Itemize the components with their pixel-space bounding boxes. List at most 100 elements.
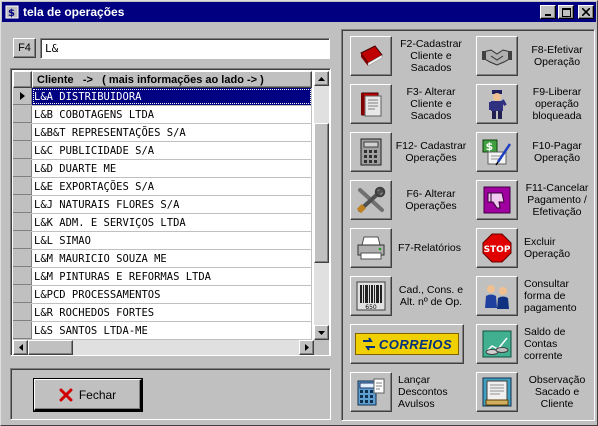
row-indicator[interactable] [13,268,32,285]
f12-cadastrar-operacoes-action[interactable]: F12- Cadastrar Operações [346,128,470,176]
fechar-button[interactable]: Fechar [34,379,142,411]
f8-efetivar-operacao-button[interactable] [476,36,518,76]
client-name-cell[interactable]: L&K ADM. E SERVIÇOS LTDA [32,214,312,231]
f6-alterar-operacoes-button[interactable] [350,180,392,220]
f2-label: F2-Cadastrar Cliente e Sacados [400,38,462,74]
client-name-cell[interactable]: L&B COBOTAGENS LTDA [32,106,312,123]
row-indicator[interactable] [13,250,32,267]
f11-cancelar-pagamento-button[interactable] [476,180,518,220]
row-indicator[interactable] [13,106,32,123]
table-row[interactable]: L&C PUBLICIDADE S/A [13,142,312,160]
cad-cons-alt-op-button[interactable]: 650 [350,276,392,316]
table-row[interactable]: L&L SIMAO [13,232,312,250]
f10-pagar-operacao-action[interactable]: $ F10-Pagar Operação [472,128,596,176]
f12-cadastrar-operacoes-button[interactable] [350,132,392,172]
consultar-forma-pagamento-button[interactable] [476,276,518,316]
client-name-cell[interactable]: L&D DUARTE ME [32,160,312,177]
app-icon[interactable]: $ [4,4,20,20]
table-row[interactable]: L&J NATURAIS FLORES S/A [13,196,312,214]
correios-button[interactable]: CORREIOS [350,324,464,364]
row-indicator[interactable] [13,304,32,321]
client-grid[interactable]: Cliente -> ( mais informações ao lado ->… [10,68,331,356]
client-name-cell[interactable]: L&A DISTRIBUIDORA [32,88,312,105]
f9-liberar-operacao-action[interactable]: F9-Liberar operação bloqueada [472,80,596,128]
f7-relatorios-action[interactable]: F7-Relatórios [346,224,470,272]
row-indicator[interactable] [13,286,32,303]
client-name-cell[interactable]: L&E EXPORTAÇÕES S/A [32,178,312,195]
table-row[interactable]: L&B&T REPRESENTAÇÕES S/A [13,124,312,142]
row-indicator[interactable] [13,160,32,177]
column-header-cliente[interactable]: Cliente -> ( mais informações ao lado ->… [32,71,312,88]
current-row-arrow-icon [19,92,25,100]
row-indicator[interactable] [13,214,32,231]
lancar-label: Lançar Descontos Avulsos [398,374,448,410]
table-row[interactable]: L&E EXPORTAÇÕES S/A [13,178,312,196]
table-row[interactable]: L&M PINTURAS E REFORMAS LTDA [13,268,312,286]
saldo-contas-corrente-action[interactable]: Saldo de Contas corrente [472,320,596,368]
f6-alterar-operacoes-action[interactable]: F6- Alterar Operações [346,176,470,224]
row-indicator[interactable] [13,124,32,141]
f10-label: F10-Pagar Operação [532,140,582,164]
client-name-cell[interactable]: L&R ROCHEDOS FORTES [32,304,312,321]
f3-alterar-cliente-button[interactable] [350,84,392,124]
horizontal-scrollbar[interactable] [13,340,314,355]
row-indicator[interactable] [13,178,32,195]
f3-alterar-cliente-action[interactable]: F3- Alterar Cliente e Sacados [346,80,470,128]
client-name-cell[interactable]: L&J NATURAIS FLORES S/A [32,196,312,213]
search-input[interactable]: L& [40,38,330,59]
observacao-sacado-cliente-action[interactable]: Observação Sacado e Cliente [472,368,596,416]
vertical-scroll-thumb[interactable] [314,123,329,263]
close-window-button[interactable] [578,5,594,19]
client-name-cell[interactable]: L&C PUBLICIDADE S/A [32,142,312,159]
stop-sign-icon: STOP [482,233,512,263]
f9-label: F9-Liberar operação bloqueada [532,86,582,122]
table-row[interactable]: L&A DISTRIBUIDORA [13,88,312,106]
f2-cadastrar-cliente-action[interactable]: F2-Cadastrar Cliente e Sacados [346,32,470,80]
f11-cancelar-pagamento-action[interactable]: F11-Cancelar Pagamento / Efetivação [472,176,596,224]
saldo-contas-corrente-button[interactable] [476,324,518,364]
f4-search-button[interactable]: F4 [13,38,36,58]
scroll-down-button[interactable] [314,325,329,340]
client-name-cell[interactable]: L&B&T REPRESENTAÇÕES S/A [32,124,312,141]
f10-pagar-operacao-button[interactable]: $ [476,132,518,172]
row-indicator[interactable] [13,88,32,105]
f11-label: F11-Cancelar Pagamento / Efetivação [525,182,589,218]
client-name-cell[interactable]: L&M MAURICIO SOUZA ME [32,250,312,267]
table-row[interactable]: L&K ADM. E SERVIÇOS LTDA [13,214,312,232]
f8-efetivar-operacao-action[interactable]: F8-Efetivar Operação [472,32,596,80]
cad-cons-alt-op-action[interactable]: 650 Cad., Cons. e Alt. nº de Op. [346,272,470,320]
row-indicator[interactable] [13,232,32,249]
table-row[interactable]: L&S SANTOS LTDA-ME [13,322,312,340]
f9-liberar-operacao-button[interactable] [476,84,518,124]
consultar-forma-pagamento-action[interactable]: Consultar forma de pagamento [472,272,596,320]
row-indicator[interactable] [13,196,32,213]
table-row[interactable]: L&PCD PROCESSAMENTOS [13,286,312,304]
f2-cadastrar-cliente-button[interactable] [350,36,392,76]
correios-label: CORREIOS [378,336,453,352]
vertical-scrollbar[interactable] [314,71,329,340]
table-row[interactable]: L&M MAURICIO SOUZA ME [13,250,312,268]
minimize-button[interactable] [540,5,556,19]
correios-action[interactable]: CORREIOS [346,320,470,368]
excluir-operacao-button[interactable]: STOP [476,228,518,268]
f7-relatorios-button[interactable] [350,228,392,268]
lancar-descontos-avulsos-button[interactable] [350,372,392,412]
excluir-operacao-action[interactable]: STOP Excluir Operação [472,224,596,272]
table-row[interactable]: L&R ROCHEDOS FORTES [13,304,312,322]
title-bar[interactable]: $ tela de operações [2,2,596,22]
row-indicator[interactable] [13,322,32,339]
client-name-cell[interactable]: L&S SANTOS LTDA-ME [32,322,312,339]
lancar-descontos-avulsos-action[interactable]: Lançar Descontos Avulsos [346,368,470,416]
table-row[interactable]: L&D DUARTE ME [13,160,312,178]
maximize-button[interactable] [558,5,574,19]
table-row[interactable]: L&B COBOTAGENS LTDA [13,106,312,124]
scroll-up-button[interactable] [314,71,329,86]
client-name-cell[interactable]: L&L SIMAO [32,232,312,249]
observacao-sacado-cliente-button[interactable] [476,372,518,412]
horizontal-scroll-thumb[interactable] [28,340,73,355]
client-name-cell[interactable]: L&M PINTURAS E REFORMAS LTDA [32,268,312,285]
scroll-left-button[interactable] [13,340,28,355]
client-name-cell[interactable]: L&PCD PROCESSAMENTOS [32,286,312,303]
row-indicator[interactable] [13,142,32,159]
scroll-right-button[interactable] [299,340,314,355]
